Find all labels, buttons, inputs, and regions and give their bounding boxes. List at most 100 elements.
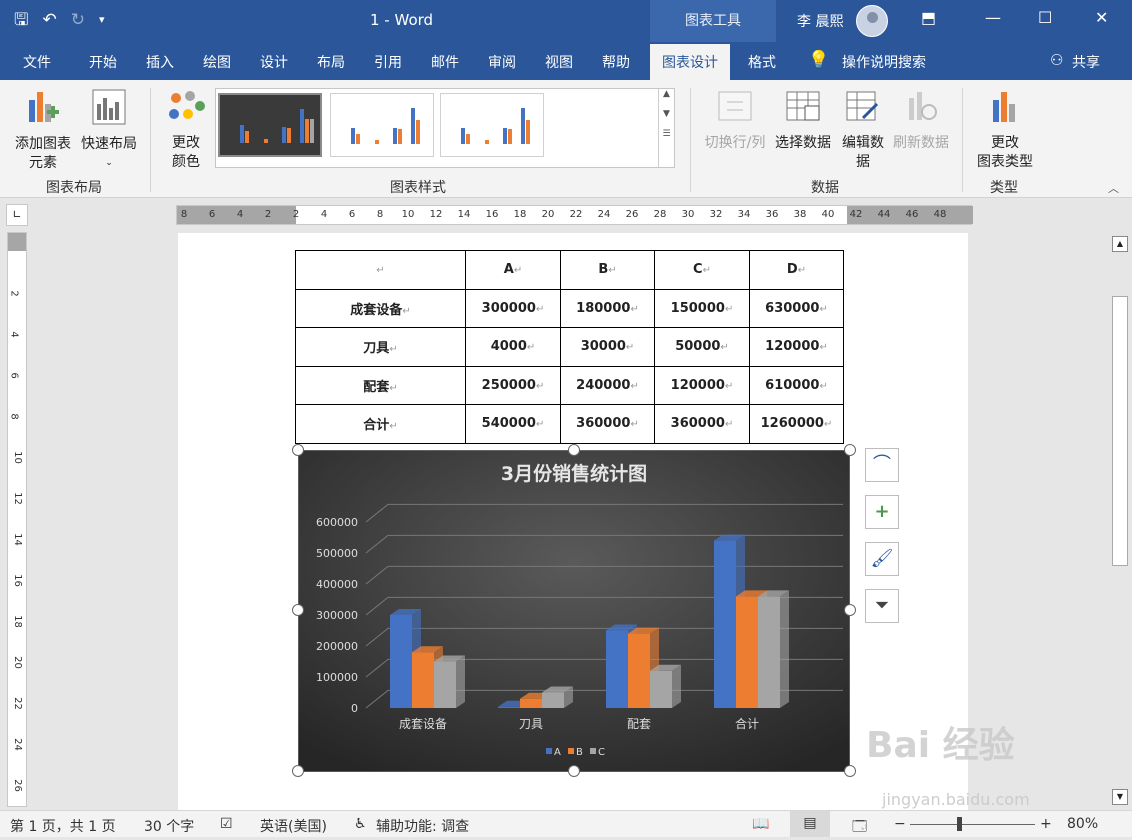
table-cell[interactable]: 540000↵ [465,404,561,444]
table-cell[interactable]: 250000↵ [465,365,561,405]
horizontal-ruler[interactable]: 8 6 4 2 2 4 6 8 10 12 14 16 18 20 22 24 26 28 30 32 34 36 38 40… [176,205,973,225]
maximize-icon[interactable]: ☐ [1038,8,1052,27]
tab-home[interactable]: 开始 [89,52,117,72]
resize-handle[interactable] [844,444,856,456]
scroll-thumb[interactable] [1112,296,1128,566]
table-cell[interactable]: 50000↵ [654,327,750,367]
tab-help[interactable]: 帮助 [602,52,630,72]
edit-data-button[interactable]: 编辑数 据 [836,88,890,172]
tab-format[interactable]: 格式 [748,52,776,72]
avatar[interactable] [856,5,888,37]
chart-style-3[interactable] [440,93,544,157]
table-cell[interactable]: 4000↵ [465,327,561,367]
quick-layout-button[interactable]: 快速布局 ⌄ [78,88,140,173]
page-count[interactable]: 第 1 页，共 1 页 [10,816,116,836]
group-type-label: 类型 [990,180,1018,196]
add-chart-element-button[interactable]: 添加图表 元素 [10,88,76,173]
table-cell[interactable]: B↵ [560,250,655,290]
table-cell[interactable]: 合计↵ [295,404,466,444]
scroll-down-icon[interactable]: ▼ [1112,789,1128,805]
resize-handle[interactable] [844,765,856,777]
change-chart-type-button[interactable]: 更改 图表类型 [972,88,1038,172]
table-cell[interactable]: A↵ [465,250,561,290]
print-layout-icon[interactable]: ▤ [790,811,830,837]
table-cell[interactable]: 360000↵ [654,404,750,444]
table-cell[interactable]: 120000↵ [749,327,844,367]
chart-filters-button[interactable]: ⏷ [865,589,899,623]
select-data-button[interactable]: 选择数据 [771,88,835,153]
language[interactable]: 英语(美国) [260,816,327,836]
table-cell[interactable]: 配套↵ [295,365,466,405]
chart-style-1[interactable] [218,93,322,157]
word-count[interactable]: 30 个字 [144,816,194,836]
tab-mailings[interactable]: 邮件 [431,52,459,72]
tab-review[interactable]: 审阅 [488,52,516,72]
zoom-in-icon[interactable]: + [1040,816,1052,832]
resize-handle[interactable] [292,444,304,456]
zoom-slider-knob[interactable] [957,817,962,831]
table-cell[interactable]: D↵ [749,250,844,290]
tab-insert[interactable]: 插入 [146,52,174,72]
minimize-icon[interactable]: — [985,8,1001,27]
tab-selector-button[interactable]: ∟ [6,204,28,226]
share-button[interactable]: 共享 [1072,52,1100,72]
tab-chart-design[interactable]: 图表设计 [650,44,730,80]
table-cell[interactable]: 300000↵ [465,288,561,328]
chart-style-2[interactable] [330,93,434,157]
table-cell[interactable]: 180000↵ [560,288,655,328]
vertical-ruler[interactable]: 2 4 6 8 10 12 14 16 18 20 22 24 26 [7,232,27,807]
layout-options-button[interactable]: ⌒ [865,448,899,482]
zoom-level[interactable]: 80% [1067,816,1098,832]
web-layout-icon[interactable]: 🗔 [852,816,867,840]
zoom-slider[interactable] [910,824,1035,825]
tab-references[interactable]: 引用 [374,52,402,72]
tab-file[interactable]: 文件 [23,52,51,72]
vertical-scrollbar[interactable]: ▲ ▼ [1110,234,1130,808]
collapse-ribbon-icon[interactable]: ︿ [1108,180,1119,196]
resize-handle[interactable] [292,604,304,616]
save-icon[interactable]: 🖫 [14,9,28,31]
tab-draw[interactable]: 绘图 [203,52,231,72]
close-icon[interactable]: ✕ [1095,8,1108,27]
tell-me-search[interactable]: 操作说明搜索 [842,52,926,72]
proofing-icon[interactable]: ☑ [220,816,233,832]
chart-svg[interactable]: 3月份销售统计图 0 100000 200000 300000 400000 500000 6… [297,449,851,773]
table-cell[interactable]: 成套设备↵ [295,288,466,328]
resize-handle[interactable] [844,604,856,616]
table-cell[interactable]: ↵ [295,250,466,290]
table-cell[interactable]: 150000↵ [654,288,750,328]
resize-handle[interactable] [568,765,580,777]
tab-layout[interactable]: 布局 [317,52,345,72]
chart-object[interactable]: 3月份销售统计图 0 100000 200000 300000 400000 500000 6… [297,449,851,773]
table-cell[interactable]: 630000↵ [749,288,844,328]
chart-styles-button[interactable]: 🖌 [865,542,899,576]
chart-elements-button[interactable]: + [865,495,899,529]
user-name[interactable]: 李 晨熙 [797,11,843,31]
table-cell[interactable]: 120000↵ [654,365,750,405]
resize-handle[interactable] [292,765,304,777]
ribbon-display-icon[interactable]: ⬒ [921,8,936,27]
cell-end-mark: ↵ [630,419,639,431]
zoom-out-icon[interactable]: − [894,816,906,832]
tab-design[interactable]: 设计 [260,52,288,72]
read-mode-icon[interactable]: 📖 [752,816,769,832]
tab-view[interactable]: 视图 [545,52,573,72]
table-cell[interactable]: 1260000↵ [749,404,844,444]
redo-icon[interactable]: ↻ [71,9,85,31]
undo-icon[interactable]: ↶ [42,9,56,31]
refresh-data-button[interactable]: 刷新数据 [890,88,952,153]
accessibility-status[interactable]: 辅助功能: 调查 [376,816,469,836]
table-cell[interactable]: 610000↵ [749,365,844,405]
table-cell[interactable]: 30000↵ [560,327,655,367]
change-colors-button[interactable]: 更改 颜色 [160,88,212,172]
table-cell[interactable]: 360000↵ [560,404,655,444]
table-cell[interactable]: 240000↵ [560,365,655,405]
gallery-scroll[interactable]: ▲ ▼ ☰ [658,89,674,167]
table-cell[interactable]: C↵ [654,250,750,290]
switch-row-column-button[interactable]: 切换行/列 [700,88,770,153]
table-cell[interactable]: 刀具↵ [295,327,466,367]
data-table[interactable]: ↵ A↵ B↵ C↵ D↵ 成套设备↵ 300000↵ 180000↵ 150000↵ 63000… [295,250,844,444]
customize-qat-icon[interactable]: ▾ [99,9,105,31]
scroll-up-icon[interactable]: ▲ [1112,236,1128,252]
resize-handle[interactable] [568,444,580,456]
